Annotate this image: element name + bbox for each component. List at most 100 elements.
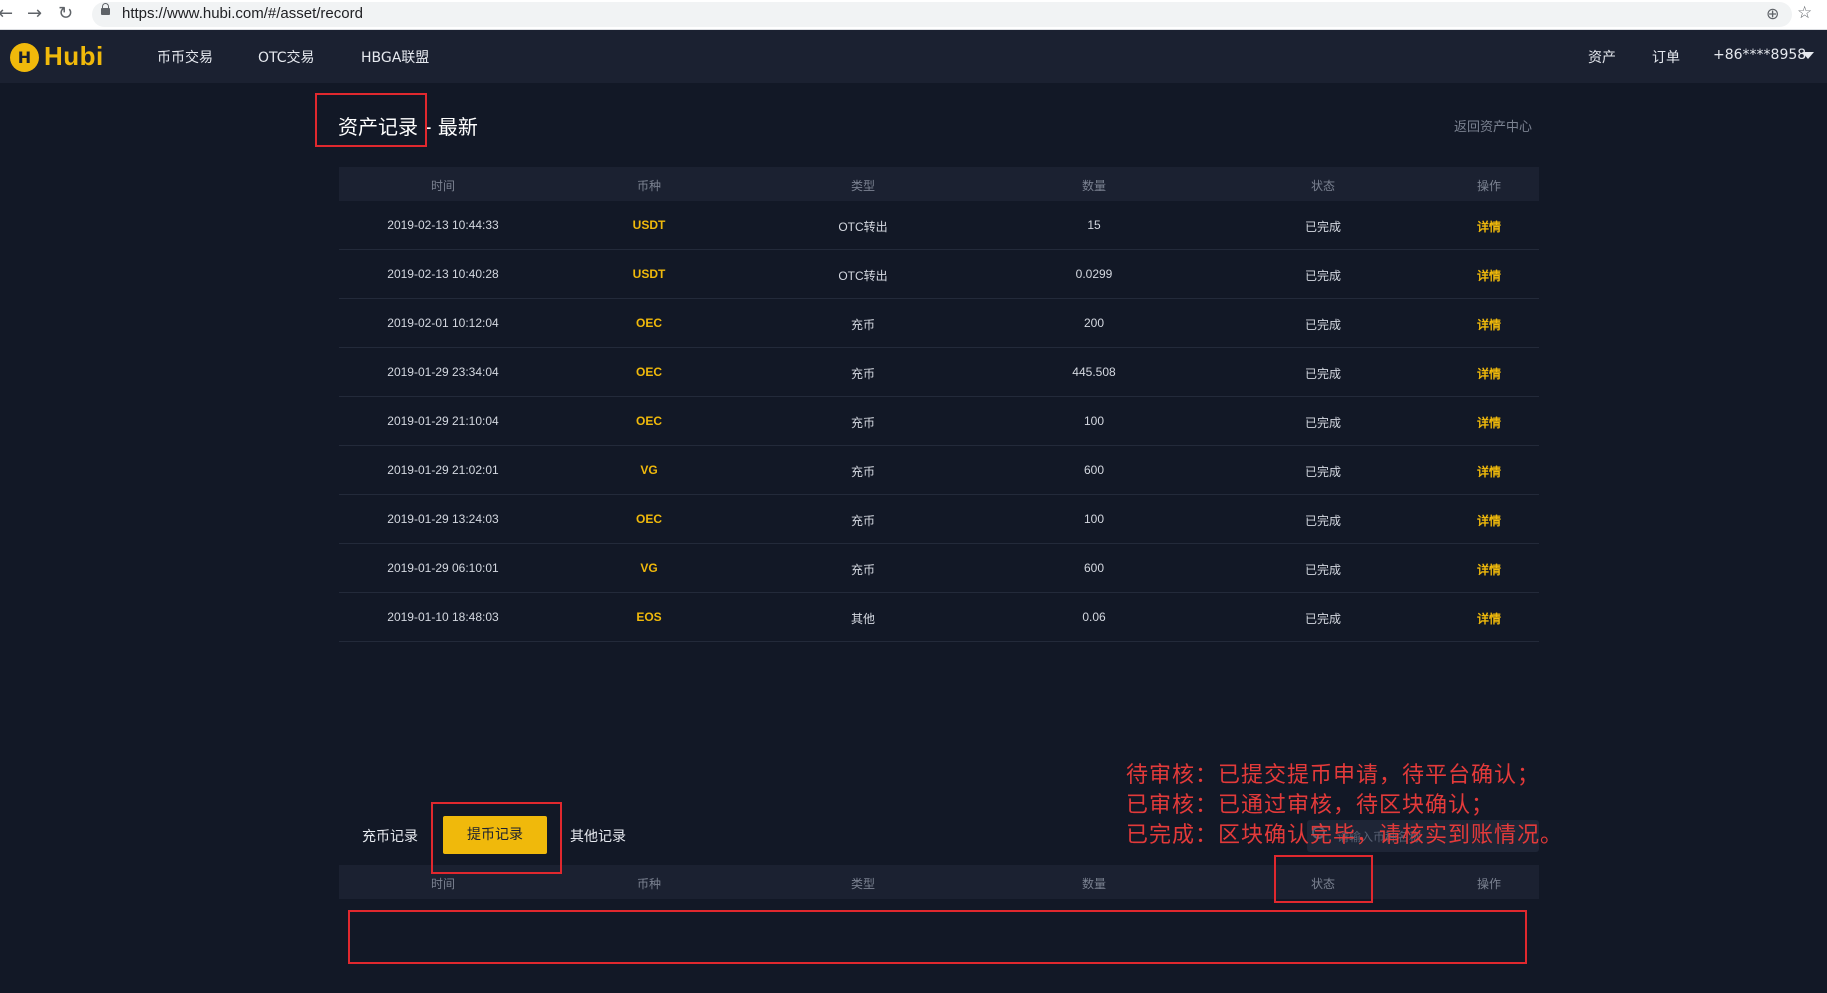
record-type: 充币 xyxy=(850,318,876,332)
column-header-amount: 数量 xyxy=(1081,877,1107,891)
record-time: 2019-02-13 10:44:33 xyxy=(387,218,499,232)
record-status: 已完成 xyxy=(1304,465,1342,479)
annotation-note-completed: 已完成：区块确认完毕，请核实到账情况。 xyxy=(1126,823,1564,848)
record-type: 充币 xyxy=(850,465,876,479)
record-type: 充币 xyxy=(850,367,876,381)
record-time: 2019-02-01 10:12:04 xyxy=(387,316,499,330)
column-header-type: 类型 xyxy=(850,179,876,193)
column-header-action: 操作 xyxy=(1476,877,1502,891)
record-amount: 100 xyxy=(1083,512,1105,526)
record-amount: 100 xyxy=(1083,414,1105,428)
logo-icon: H xyxy=(10,43,39,72)
table-row: 2019-01-29 23:34:04 OEC 充币 445.508 已完成 详… xyxy=(339,348,1539,397)
record-amount: 0.0299 xyxy=(1075,267,1113,281)
tab-deposit-records[interactable]: 充币记录 xyxy=(362,826,418,846)
table-row: 2019-02-13 10:40:28 USDT OTC转出 0.0299 已完… xyxy=(339,250,1539,299)
record-coin: USDT xyxy=(632,267,666,281)
table-row: 2019-02-01 10:12:04 OEC 充币 200 已完成 详情 xyxy=(339,299,1539,348)
record-amount: 600 xyxy=(1083,561,1105,575)
record-coin: USDT xyxy=(632,218,666,232)
table-row: 2019-01-29 21:10:04 OEC 充币 100 已完成 详情 xyxy=(339,397,1539,446)
record-type: OTC转出 xyxy=(838,220,888,234)
url-text[interactable]: https://www.hubi.com/#/asset/record xyxy=(122,5,363,22)
record-amount: 600 xyxy=(1083,463,1105,477)
table-header: 时间 币种 类型 数量 状态 操作 xyxy=(339,167,1539,201)
table-row: 2019-01-29 21:02:01 VG 充币 600 已完成 详情 xyxy=(339,446,1539,495)
highlight-box-empty-rows xyxy=(348,910,1527,964)
record-status: 已完成 xyxy=(1304,318,1342,332)
record-status: 已完成 xyxy=(1304,220,1342,234)
detail-link[interactable]: 详情 xyxy=(1477,365,1501,382)
detail-link[interactable]: 详情 xyxy=(1477,414,1501,431)
annotation-note-reviewed: 已审核：已通过审核，待区块确认； xyxy=(1126,793,1495,818)
detail-link[interactable]: 详情 xyxy=(1477,512,1501,529)
detail-link[interactable]: 详情 xyxy=(1477,463,1501,480)
record-type: 充币 xyxy=(850,563,876,577)
column-header-coin: 币种 xyxy=(636,877,662,891)
record-status: 已完成 xyxy=(1304,612,1342,626)
column-header-amount: 数量 xyxy=(1081,179,1107,193)
table-row: 2019-01-29 06:10:01 VG 充币 600 已完成 详情 xyxy=(339,544,1539,593)
tab-other-records[interactable]: 其他记录 xyxy=(570,826,626,846)
record-time: 2019-02-13 10:40:28 xyxy=(387,267,499,281)
nav-otc-trading[interactable]: OTC交易 xyxy=(258,47,315,67)
asset-record-table: 时间 币种 类型 数量 状态 操作 2019-02-13 10:44:33 US… xyxy=(339,167,1539,642)
column-header-action: 操作 xyxy=(1476,179,1502,193)
record-coin: VG xyxy=(640,463,658,477)
logo-text: Hubi xyxy=(44,41,104,71)
detail-link[interactable]: 详情 xyxy=(1477,561,1501,578)
browser-toolbar: ← → ↻ https://www.hubi.com/#/asset/recor… xyxy=(0,0,1827,30)
highlight-box-status-column xyxy=(1274,855,1373,903)
detail-link[interactable]: 详情 xyxy=(1477,316,1501,333)
column-header-time: 时间 xyxy=(430,179,456,193)
highlight-box-withdraw-tab xyxy=(431,802,562,874)
highlight-box-title xyxy=(315,93,427,147)
record-type: 其他 xyxy=(850,612,876,626)
record-type: OTC转出 xyxy=(838,269,888,283)
bookmark-star-icon[interactable]: ☆ xyxy=(1797,3,1812,23)
record-coin: EOS xyxy=(636,610,662,624)
record-amount: 200 xyxy=(1083,316,1105,330)
record-amount: 15 xyxy=(1087,218,1101,232)
nav-assets[interactable]: 资产 xyxy=(1588,47,1616,67)
detail-link[interactable]: 详情 xyxy=(1477,267,1501,284)
site-header: H Hubi 币币交易 OTC交易 HBGA联盟 资产 订单 +86****89… xyxy=(0,30,1827,83)
record-coin: OEC xyxy=(635,365,663,379)
record-time: 2019-01-29 06:10:01 xyxy=(387,561,499,575)
record-status: 已完成 xyxy=(1304,367,1342,381)
annotation-note-pending: 待审核：已提交提币申请，待平台确认； xyxy=(1126,763,1541,788)
record-status: 已完成 xyxy=(1304,416,1342,430)
lock-icon xyxy=(101,3,110,15)
nav-hbga-alliance[interactable]: HBGA联盟 xyxy=(361,47,429,67)
record-type: 充币 xyxy=(850,416,876,430)
record-coin: VG xyxy=(640,561,658,575)
detail-link[interactable]: 详情 xyxy=(1477,610,1501,627)
detail-link[interactable]: 详情 xyxy=(1477,218,1501,235)
table-row: 2019-01-29 13:24:03 OEC 充币 100 已完成 详情 xyxy=(339,495,1539,544)
record-time: 2019-01-29 21:10:04 xyxy=(387,414,499,428)
chevron-down-icon[interactable] xyxy=(1802,52,1814,59)
record-coin: OEC xyxy=(635,512,663,526)
table-row: 2019-01-10 18:48:03 EOS 其他 0.06 已完成 详情 xyxy=(339,593,1539,642)
record-time: 2019-01-29 23:34:04 xyxy=(387,365,499,379)
zoom-icon[interactable]: ⊕ xyxy=(1766,4,1779,23)
column-header-status: 状态 xyxy=(1310,179,1336,193)
record-status: 已完成 xyxy=(1304,563,1342,577)
record-status: 已完成 xyxy=(1304,514,1342,528)
column-header-time: 时间 xyxy=(430,877,456,891)
forward-arrow-icon[interactable]: → xyxy=(27,4,42,24)
column-header-type: 类型 xyxy=(850,877,876,891)
record-coin: OEC xyxy=(635,414,663,428)
record-time: 2019-01-10 18:48:03 xyxy=(387,610,499,624)
back-to-asset-center-link[interactable]: 返回资产中心 xyxy=(1454,116,1532,135)
table-row: 2019-02-13 10:44:33 USDT OTC转出 15 已完成 详情 xyxy=(339,201,1539,250)
account-menu[interactable]: +86****8958 xyxy=(1713,47,1806,63)
record-amount: 0.06 xyxy=(1082,610,1106,624)
back-arrow-icon[interactable]: ← xyxy=(0,4,13,24)
record-time: 2019-01-29 13:24:03 xyxy=(387,512,499,526)
nav-orders[interactable]: 订单 xyxy=(1652,47,1680,67)
column-header-coin: 币种 xyxy=(636,179,662,193)
record-status: 已完成 xyxy=(1304,269,1342,283)
nav-spot-trading[interactable]: 币币交易 xyxy=(157,47,213,67)
reload-icon[interactable]: ↻ xyxy=(58,4,73,24)
